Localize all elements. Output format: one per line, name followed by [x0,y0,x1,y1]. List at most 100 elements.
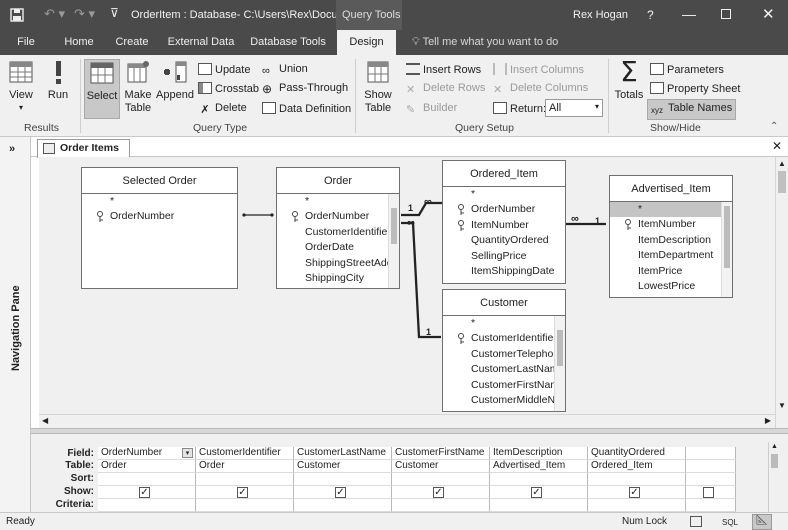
show-checkbox[interactable]: ✓ [531,487,542,498]
grid-show-cell[interactable]: ✓ [196,486,294,499]
minimize-icon[interactable]: — [682,6,696,22]
append-button[interactable]: Append [156,59,194,101]
show-checkbox[interactable]: ✓ [335,487,346,498]
show-checkbox[interactable]: ✓ [629,487,640,498]
field-list-item[interactable]: * [610,202,721,218]
field-list-item[interactable]: OrderDate [277,240,399,255]
show-checkbox[interactable] [703,487,714,498]
field-list-item[interactable]: * [443,187,565,202]
grid-sort-cell[interactable] [490,473,588,486]
scroll-up-icon[interactable]: ▲ [778,159,786,168]
delete-query-button[interactable]: ✗ Delete [198,102,246,117]
grid-sort-cell[interactable] [588,473,686,486]
make-table-button[interactable]: Make Table [122,59,154,115]
grid-criteria-cell[interactable] [686,499,736,512]
customize-qat-icon[interactable]: ⊽ [110,6,119,20]
tab-file[interactable]: File [10,30,42,55]
field-list-item[interactable]: ItemShippingDate [443,264,565,279]
collapse-ribbon-icon[interactable]: ⌃ [770,121,778,132]
grid-sort-cell[interactable] [294,473,392,486]
grid-show-cell[interactable]: ✓ [294,486,392,499]
tab-database-tools[interactable]: Database Tools [248,30,328,55]
navigation-pane[interactable]: » Navigation Pane [0,137,31,512]
totals-button[interactable]: Σ Totals [612,58,646,102]
data-definition-button[interactable]: Data Definition [262,102,351,115]
table-title[interactable]: Advertised_Item [610,176,732,202]
grid-sort-cell[interactable] [196,473,294,486]
design-view-icon[interactable]: 📐︎ [752,514,772,530]
field-list-item[interactable]: ItemDepartment [610,248,732,263]
tab-home[interactable]: Home [58,30,100,55]
delete-rows-button[interactable]: ✕ Delete Rows [406,82,485,97]
field-list-item[interactable]: LowestPrice [610,279,732,294]
tab-design[interactable]: Design [337,30,396,55]
scrollbar-thumb[interactable] [778,171,786,193]
insert-rows-button[interactable]: Insert Rows [406,63,481,76]
grid-table-cell[interactable]: Ordered_Item [588,460,686,473]
datasheet-view-icon[interactable] [690,516,702,527]
grid-criteria-cell[interactable] [98,499,196,512]
view-button[interactable]: View ▾ [4,59,38,113]
grid-table-cell[interactable]: Customer [392,460,490,473]
grid-vertical-scrollbar[interactable]: ▲ [768,442,780,512]
tab-create[interactable]: Create [110,30,154,55]
field-list-item[interactable]: CustomerFirstNam [443,378,565,393]
field-list-item[interactable]: OrderNumber [277,209,399,224]
tell-me-box[interactable]: 💡︎ Tell me what you want to do [412,30,558,55]
field-list-item[interactable]: CustomerIdentifie [277,225,399,240]
show-checkbox[interactable]: ✓ [433,487,444,498]
field-list-item[interactable]: * [277,194,399,209]
pass-through-button[interactable]: ⊕ Pass-Through [262,82,348,96]
grid-show-cell[interactable]: ✓ [490,486,588,499]
parameters-button[interactable]: Parameters [650,63,724,76]
grid-field-cell[interactable]: CustomerLastName [294,447,392,460]
insert-columns-button[interactable]: Insert Columns [493,63,584,76]
grid-criteria-cell[interactable] [588,499,686,512]
select-query-button[interactable]: Select [84,59,120,119]
show-checkbox[interactable]: ✓ [237,487,248,498]
delete-columns-button[interactable]: ✕ Delete Columns [493,82,588,97]
crosstab-button[interactable]: Crosstab [198,82,259,95]
union-button[interactable]: ∞ Union [262,63,308,78]
field-list-item[interactable]: ShippingStreetAdc [277,256,399,271]
undo-icon[interactable]: ↶ ▾ [44,6,65,22]
field-list-item[interactable]: * [443,316,565,331]
return-dropdown[interactable]: All ▾ [545,99,603,117]
field-list-item[interactable]: QuantityOrdered [443,233,565,248]
scroll-left-icon[interactable]: ◀ [42,416,48,425]
grid-sort-cell[interactable] [686,473,736,486]
table-order[interactable]: Order * OrderNumber CustomerIdentifie Or… [276,167,400,289]
property-sheet-button[interactable]: Property Sheet [650,82,740,95]
canvas-horizontal-scrollbar[interactable]: ◀ ▶ [39,414,775,428]
user-name[interactable]: Rex Hogan [573,9,628,21]
field-list-scrollbar[interactable] [388,194,399,288]
field-list-item[interactable]: ItemNumber [443,218,565,233]
table-customer[interactable]: Customer * CustomerIdentifie CustomerTel… [442,289,566,412]
grid-criteria-cell[interactable] [392,499,490,512]
tab-external-data[interactable]: External Data [165,30,237,55]
table-title[interactable]: Customer [443,290,565,316]
grid-table-cell[interactable]: Advertised_Item [490,460,588,473]
scrollbar-thumb[interactable] [771,454,778,468]
field-list-item[interactable]: ItemPrice [610,264,732,279]
field-list-scrollbar[interactable] [721,202,732,297]
grid-field-cell[interactable] [686,447,736,460]
grid-criteria-cell[interactable] [490,499,588,512]
canvas-vertical-scrollbar[interactable]: ▲ ▼ [775,157,788,428]
grid-table-cell[interactable] [686,460,736,473]
grid-table-cell[interactable]: Order [196,460,294,473]
field-list-item[interactable]: CustomerMiddleN [443,393,565,408]
scrollbar-thumb[interactable] [391,208,397,244]
grid-sort-cell[interactable] [98,473,196,486]
grid-field-cell[interactable]: ItemDescription [490,447,588,460]
close-document-icon[interactable]: ✕ [772,139,782,153]
field-list-item[interactable]: ItemDescription [610,233,732,248]
table-title[interactable]: Order [277,168,399,194]
field-list-item[interactable]: OrderNumber [443,202,565,217]
grid-table-cell[interactable]: Order [98,460,196,473]
field-list-item[interactable]: * [82,194,237,209]
grid-criteria-cell[interactable] [196,499,294,512]
query-design-canvas[interactable]: 1 ∞ ∞ 1 ∞ 1 Selected Order * OrderNumber… [39,157,775,414]
field-list-item[interactable]: OrderNumber [82,209,237,224]
update-button[interactable]: Update [198,63,250,76]
